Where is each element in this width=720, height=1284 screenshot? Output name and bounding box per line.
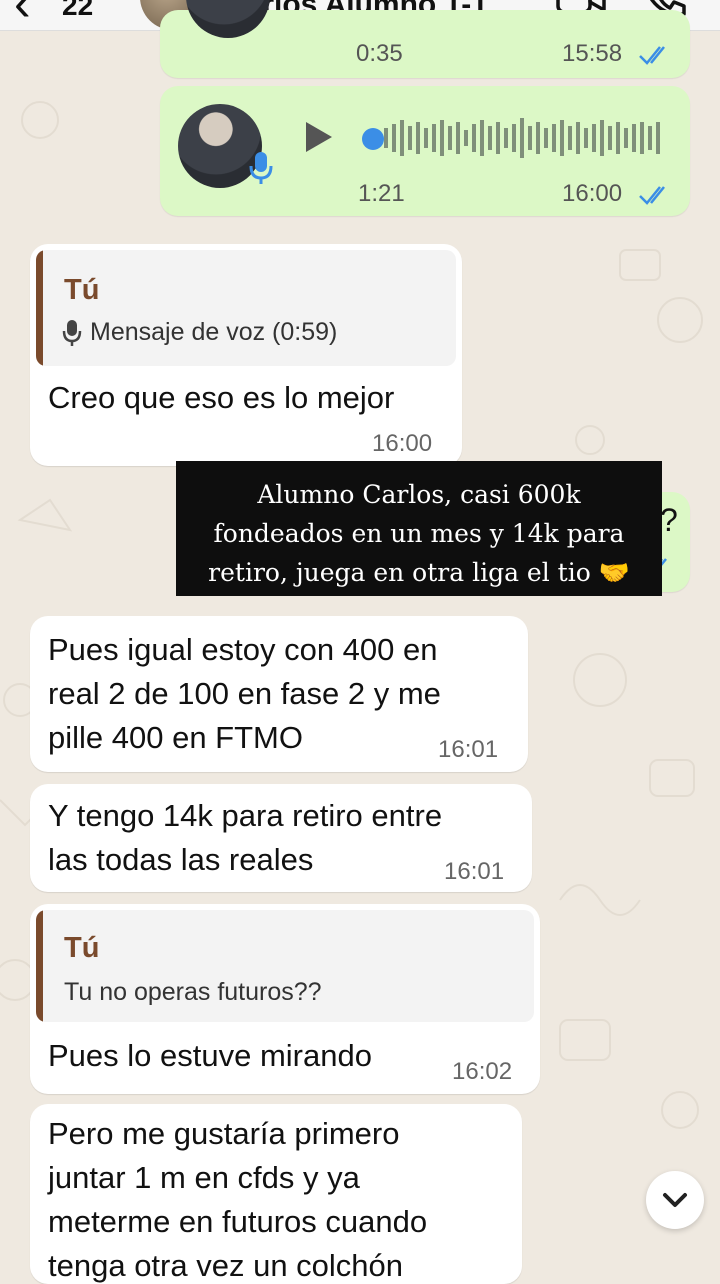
incoming-message-3[interactable]: Pero me gustaría primero juntar 1 m en c… <box>30 1104 522 1284</box>
message-line: pille 400 en FTMO <box>48 720 303 755</box>
quote-accent-bar <box>36 250 43 366</box>
message-line: Y tengo 14k para retiro entre <box>48 798 443 833</box>
message-time: 16:02 <box>452 1058 513 1085</box>
message-line: Pues igual estoy con 400 en <box>48 632 438 667</box>
voice-message-2[interactable]: 1:21 16:00 <box>160 86 690 216</box>
message-time: 16:01 <box>438 736 499 763</box>
caption-line: retiro, juega en otra liga el tio 🤝 <box>208 558 630 587</box>
quoted-text: Mensaje de voz (0:59) <box>90 318 338 346</box>
message-line: Pero me gustaría primero <box>48 1116 400 1151</box>
message-text: Creo que eso es lo mejor <box>48 380 395 415</box>
message-time: 16:01 <box>444 858 505 885</box>
playback-position-dot[interactable] <box>362 128 384 150</box>
quoted-message[interactable]: Tú Mensaje de voz (0:59) <box>36 250 456 366</box>
voice-duration: 0:35 <box>356 40 403 67</box>
read-ticks-icon <box>639 46 665 65</box>
message-text: Y tengo 14k para retiro entre las todas … <box>48 794 442 882</box>
reply-message-1[interactable]: Tú Mensaje de voz (0:59) Creo que eso es… <box>30 244 462 466</box>
quoted-text: Tu no operas futuros?? <box>64 978 322 1006</box>
message-line: tenga otra vez un colchón <box>48 1248 404 1283</box>
message-text-fragment: ? <box>660 502 678 538</box>
message-text: Pues igual estoy con 400 en real 2 de 10… <box>48 628 441 760</box>
message-line: juntar 1 m en cfds y ya <box>48 1160 360 1195</box>
scroll-to-bottom-button[interactable] <box>646 1171 704 1229</box>
incoming-message-2[interactable]: Y tengo 14k para retiro entre las todas … <box>30 784 532 892</box>
reply-message-2[interactable]: Tú Tu no operas futuros?? Pues lo estuve… <box>30 904 540 1094</box>
message-line: meterme en futuros cuando <box>48 1204 428 1239</box>
message-time: 16:00 <box>372 430 433 457</box>
waveform[interactable] <box>382 116 662 160</box>
microphone-icon <box>62 320 82 346</box>
play-icon[interactable] <box>304 120 334 154</box>
caption-line: Alumno Carlos, casi 600k <box>257 480 581 509</box>
quote-accent-bar <box>36 910 43 1022</box>
quoted-author: Tú <box>64 932 100 964</box>
voice-message-1[interactable]: 0:35 15:58 <box>160 0 690 78</box>
overlay-caption: Alumno Carlos, casi 600k fondeados en un… <box>176 461 662 596</box>
message-text: Pero me gustaría primero juntar 1 m en c… <box>48 1112 427 1284</box>
voice-duration: 1:21 <box>358 180 405 207</box>
message-line: las todas las reales <box>48 842 314 877</box>
incoming-message-1[interactable]: Pues igual estoy con 400 en real 2 de 10… <box>30 616 528 772</box>
caption-line: fondeados en un mes y 14k para <box>213 519 625 548</box>
message-text: Pues lo estuve mirando <box>48 1038 372 1073</box>
microphone-icon <box>249 152 273 184</box>
quoted-author: Tú <box>64 274 100 306</box>
message-time: 15:58 <box>562 40 623 67</box>
message-time: 16:00 <box>562 180 623 207</box>
chevron-left-icon[interactable]: ‹ <box>14 0 31 30</box>
message-line: real 2 de 100 en fase 2 y me <box>48 676 441 711</box>
quoted-message[interactable]: Tú Tu no operas futuros?? <box>36 910 534 1022</box>
unread-count: 22 <box>62 0 94 21</box>
read-ticks-icon <box>639 186 665 205</box>
voice-sender-avatar <box>186 0 270 38</box>
chevron-down-icon <box>663 1193 687 1207</box>
